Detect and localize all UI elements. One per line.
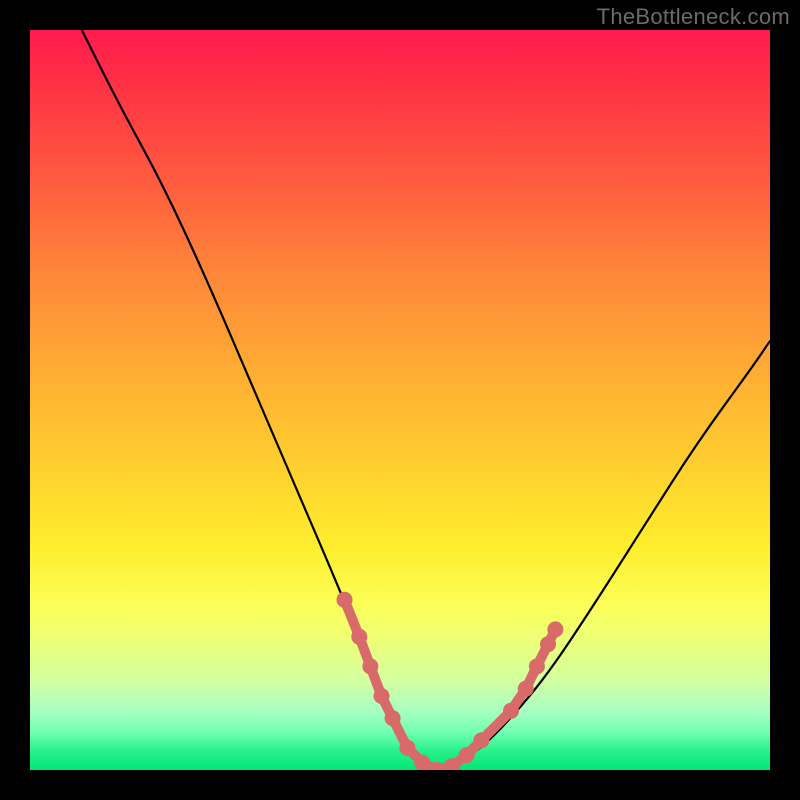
bead-point <box>540 636 556 652</box>
bead-point <box>337 592 353 608</box>
bead-point <box>351 629 367 645</box>
bottleneck-curve <box>82 30 770 768</box>
bead-point <box>362 658 378 674</box>
bead-point <box>414 755 430 770</box>
plot-area <box>30 30 770 770</box>
highlight-beads <box>337 592 564 770</box>
chart-frame: TheBottleneck.com <box>0 0 800 800</box>
bead-point <box>385 710 401 726</box>
bead-point <box>399 740 415 756</box>
bead-point <box>529 658 545 674</box>
bead-connector-left <box>345 600 452 770</box>
bead-point <box>503 703 519 719</box>
bead-point <box>518 681 534 697</box>
curve-svg <box>30 30 770 770</box>
bead-point <box>473 732 489 748</box>
bead-point <box>547 621 563 637</box>
bead-point <box>374 688 390 704</box>
bead-point <box>459 747 475 763</box>
watermark-text: TheBottleneck.com <box>597 4 790 30</box>
